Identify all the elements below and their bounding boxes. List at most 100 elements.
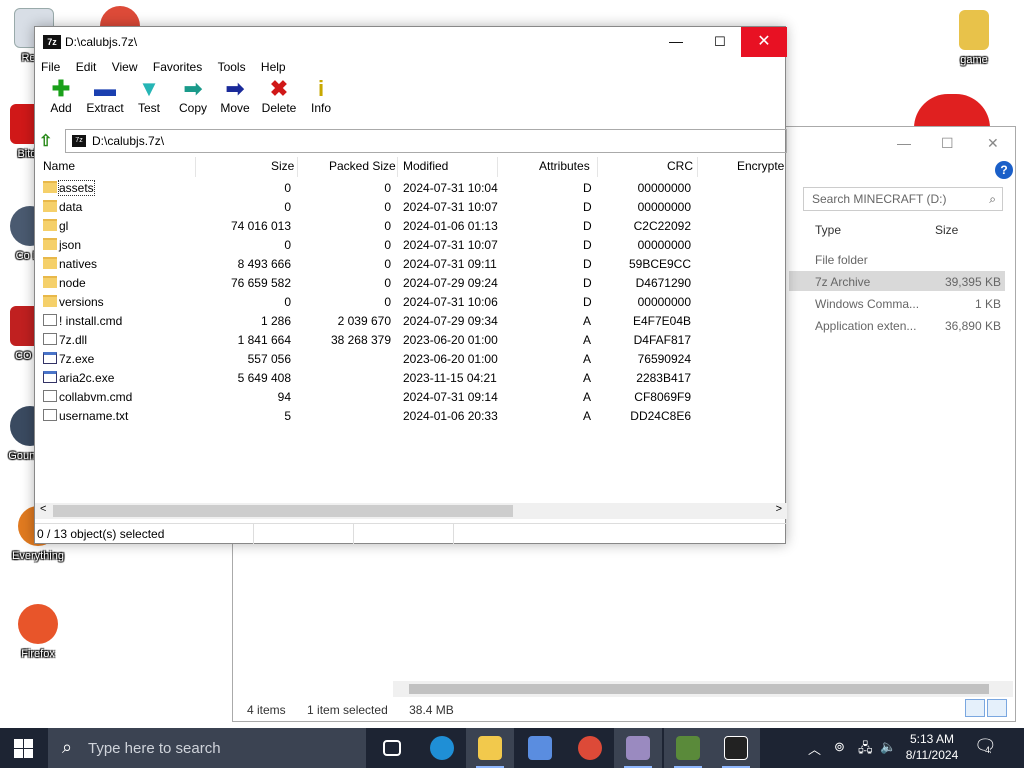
table-row[interactable]: node 76 659 582 0 2024-07-29 09:24 D D4671290 [35, 274, 787, 293]
sevenzip-titlebar: 7z D:\calubjs.7z\ — ☐ ✕ [35, 27, 787, 57]
file-icon [43, 333, 57, 345]
explorer-horizontal-scrollbar[interactable] [393, 681, 1013, 697]
firefox-icon[interactable]: Firefox [8, 604, 68, 660]
scrollbar-thumb[interactable] [409, 684, 989, 694]
column-header-attributes[interactable]: Attributes [539, 159, 590, 173]
column-header-size[interactable]: Size [935, 223, 958, 237]
address-input[interactable]: 7z D:\calubjs.7z\ [65, 129, 787, 153]
taskbar-chrome-button[interactable] [566, 728, 614, 768]
toolbar-label: Copy [178, 101, 207, 115]
menu-tools[interactable]: Tools [212, 57, 252, 74]
plus-icon: ✚ [51, 76, 71, 101]
table-row[interactable]: 7z.exe 557 056 2023-06-20 01:00 A 76590924 [35, 350, 787, 369]
table-row[interactable]: collabvm.cmd 94 2024-07-31 09:14 A CF8069F9 [35, 388, 787, 407]
horizontal-scrollbar[interactable]: < > [35, 503, 787, 519]
start-button[interactable] [0, 728, 48, 768]
taskbar-minecraft-button[interactable] [664, 728, 712, 768]
cell-packed: 0 [384, 200, 391, 214]
column-header-type[interactable]: Type [815, 223, 841, 237]
help-icon[interactable]: ? [995, 161, 1013, 179]
copy-arrow-icon: ➡ [183, 76, 203, 101]
list-item[interactable]: File folder [789, 249, 1005, 269]
folder-icon [43, 200, 57, 212]
menu-edit[interactable]: Edit [70, 57, 103, 74]
table-row[interactable]: versions 0 0 2024-07-31 10:06 D 00000000 [35, 293, 787, 312]
minimize-button[interactable]: — [661, 29, 691, 55]
info-icon: i [317, 76, 325, 101]
column-header-modified[interactable]: Modified [403, 159, 448, 173]
column-divider [697, 157, 698, 177]
taskbar-file-explorer-button[interactable] [466, 728, 514, 768]
taskbar-7zip-button[interactable] [712, 728, 760, 768]
toolbar-label: Test [137, 101, 160, 115]
cell-attr: D [583, 219, 592, 233]
menu-favorites[interactable]: Favorites [147, 57, 208, 74]
taskbar-paint-button[interactable] [614, 728, 662, 768]
table-row[interactable]: aria2c.exe 5 649 408 2023-11-15 04:21 A 2283… [35, 369, 787, 388]
add-button[interactable]: ✚ Add [39, 76, 83, 116]
up-folder-icon[interactable]: ⇧ [39, 131, 52, 151]
list-item-selected[interactable]: 7z Archive 39,395 KB [789, 271, 1005, 291]
notification-count: 4 [985, 745, 991, 755]
move-button[interactable]: ➡ Move [213, 77, 257, 116]
scrollbar-thumb[interactable] [53, 505, 513, 517]
volume-icon[interactable]: 🔈 [880, 739, 896, 755]
taskbar-edge-button[interactable] [418, 728, 466, 768]
maximize-button[interactable]: ☐ [705, 29, 735, 55]
list-item[interactable]: Application exten... 36,890 KB [789, 315, 1005, 335]
folder-icon [43, 276, 57, 288]
extract-button[interactable]: ▬ Extract [83, 77, 127, 116]
menu-help[interactable]: Help [255, 57, 292, 74]
delete-button[interactable]: ✖ Delete [257, 77, 301, 116]
toolbar-label: Info [310, 101, 331, 115]
taskbar-search-input[interactable]: ⌕ Type here to search [48, 728, 366, 768]
store-icon [528, 736, 552, 760]
table-row[interactable]: 7z.dll 1 841 664 38 268 379 2023-06-20 01:0… [35, 331, 787, 350]
item-type: File folder [815, 253, 868, 267]
scroll-left-arrow[interactable]: < [40, 503, 46, 515]
cell-packed: 0 [384, 276, 391, 290]
table-row[interactable]: gl 74 016 013 0 2024-01-06 01:13 D C2C22092 [35, 217, 787, 236]
status-item-count: 4 items [247, 703, 286, 717]
column-header-crc[interactable]: CRC [667, 159, 693, 173]
table-row[interactable]: ! install.cmd 1 286 2 039 670 2024-07-29 09… [35, 312, 787, 331]
taskbar-store-button[interactable] [516, 728, 564, 768]
table-row[interactable]: natives 8 493 666 0 2024-07-31 09:11 D 59BCE9… [35, 255, 787, 274]
table-row[interactable]: assets 0 0 2024-07-31 10:04 D 00000000 [35, 179, 787, 198]
column-header-encrypted[interactable]: Encrypte [737, 159, 784, 173]
ethernet-icon[interactable]: 🖧 [858, 739, 873, 761]
details-view-button[interactable] [965, 699, 985, 717]
close-button[interactable]: ✕ [741, 27, 787, 57]
menu-file[interactable]: File [35, 57, 66, 74]
list-item[interactable]: Windows Comma... 1 KB [789, 293, 1005, 313]
explorer-minimize-button[interactable]: — [897, 135, 911, 151]
game-folder-icon[interactable]: game [944, 10, 1004, 66]
everything-label: Everything [12, 550, 64, 562]
cell-size: 0 [284, 200, 291, 214]
test-button[interactable]: ▼ Test [127, 76, 171, 116]
status-size: 38.4 MB [409, 703, 454, 717]
explorer-search-input[interactable]: Search MINECRAFT (D:) ⌕ [803, 187, 1003, 211]
large-icons-view-button[interactable] [987, 699, 1007, 717]
windows-logo-icon [24, 739, 33, 748]
network-icon[interactable]: ⊚ [834, 739, 845, 755]
info-button[interactable]: i Info [299, 76, 343, 116]
item-size: 1 KB [974, 297, 1001, 311]
taskbar-task-view-button[interactable] [368, 728, 416, 768]
table-row[interactable]: json 0 0 2024-07-31 10:07 D 00000000 [35, 236, 787, 255]
explorer-maximize-button[interactable]: ☐ [941, 135, 954, 152]
table-row[interactable]: username.txt 5 2024-01-06 20:33 A DD24C8E6 [35, 407, 787, 426]
status-divider [253, 524, 254, 546]
column-header-name[interactable]: Name [43, 159, 75, 173]
menu-view[interactable]: View [106, 57, 144, 74]
column-header-packed-size[interactable]: Packed Size [329, 159, 396, 173]
show-hidden-icons-chevron-icon[interactable]: ︿ [808, 739, 821, 758]
clock[interactable]: 5:13 AM 8/11/2024 [900, 731, 964, 763]
column-header-size[interactable]: Size [271, 159, 294, 173]
copy-button[interactable]: ➡ Copy [171, 76, 215, 116]
explorer-close-button[interactable]: ✕ [987, 135, 999, 152]
check-icon: ▼ [138, 76, 160, 101]
scroll-right-arrow[interactable]: > [776, 503, 782, 515]
table-row[interactable]: data 0 0 2024-07-31 10:07 D 00000000 [35, 198, 787, 217]
windows-logo-icon [24, 749, 33, 758]
